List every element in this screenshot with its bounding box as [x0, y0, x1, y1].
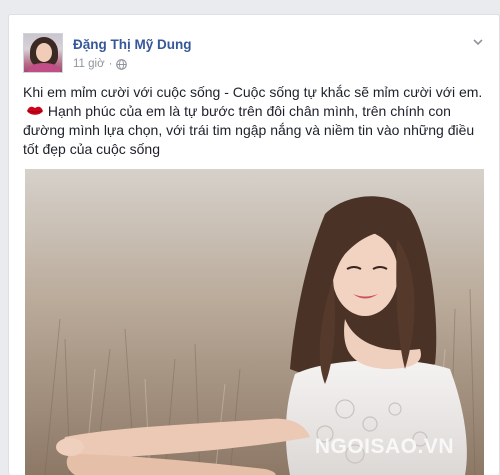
post-timestamp[interactable]: 11 giờ: [73, 58, 105, 70]
avatar[interactable]: [23, 33, 63, 73]
meta-separator: ·: [108, 58, 113, 70]
chevron-down-icon[interactable]: [471, 35, 485, 49]
globe-icon[interactable]: [116, 58, 128, 70]
post-meta: 11 giờ ·: [73, 58, 128, 70]
author-name[interactable]: Đặng Thị Mỹ Dung: [73, 37, 192, 52]
lips-emoji-icon: [27, 106, 43, 115]
post-text-line-2: Hạnh phúc của em là tự bước trên đôi châ…: [23, 103, 475, 157]
photo-watermark: NGOISAO.VN: [314, 435, 454, 458]
post-text-line-1: Khi em mỉm cười với cuộc sống - Cuộc sốn…: [23, 84, 483, 100]
photo-illustration: [25, 169, 484, 475]
post-header: Đặng Thị Mỹ Dung 11 giờ ·: [23, 33, 487, 75]
post-text: Khi em mỉm cười với cuộc sống - Cuộc sốn…: [23, 83, 485, 159]
post-card: Đặng Thị Mỹ Dung 11 giờ · Khi em mỉm cườ…: [8, 14, 500, 475]
post-photo[interactable]: NGOISAO.VN: [25, 169, 484, 475]
